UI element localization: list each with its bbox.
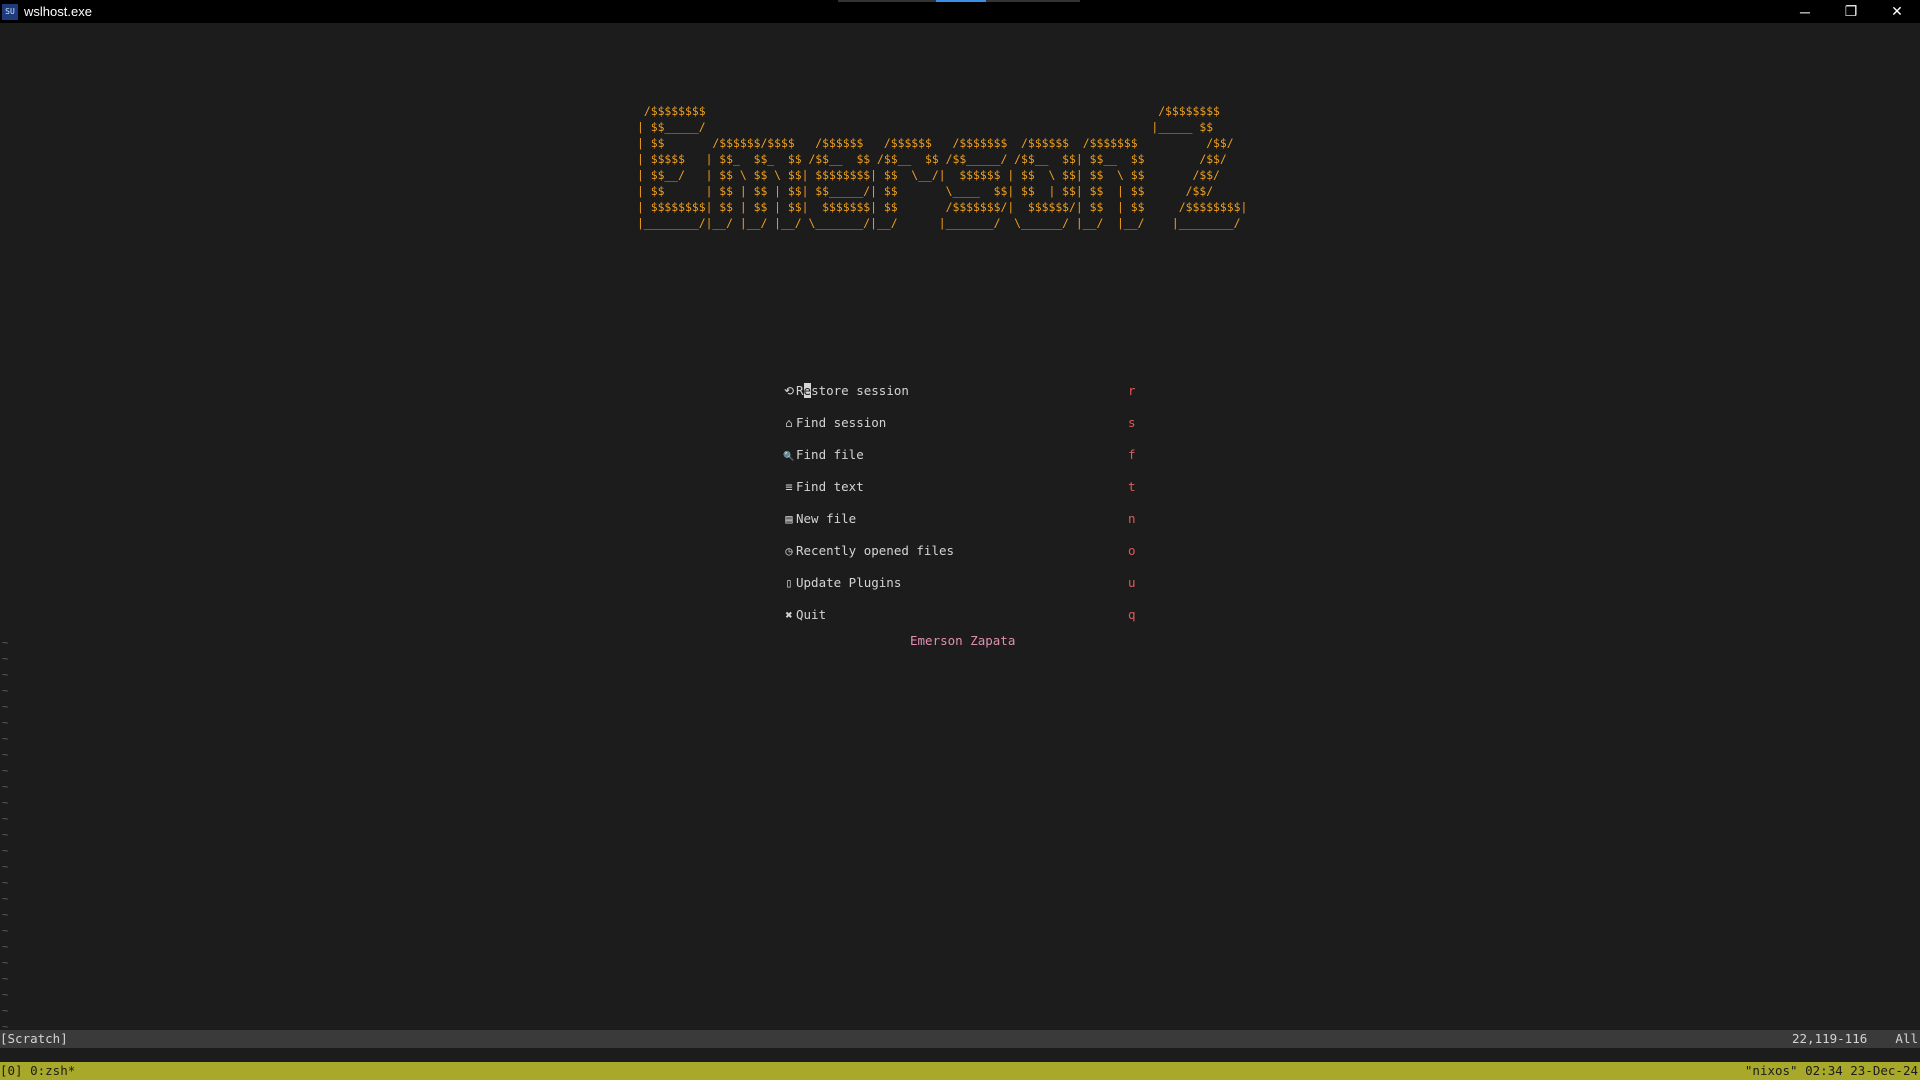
- file-search-icon: 🔍: [783, 452, 795, 462]
- cursor-position: 22,119-116: [1792, 1031, 1868, 1046]
- menu-item-label: Find session: [796, 415, 887, 430]
- restore-button[interactable]: ❐: [1828, 0, 1874, 23]
- shortcut-key: s: [1128, 415, 1136, 430]
- session-icon: ⌂: [785, 416, 793, 430]
- tmux-window-list[interactable]: [0] 0:zsh*: [0, 1062, 75, 1080]
- restore-icon: ⟲: [783, 384, 795, 398]
- close-icon: ✕: [1891, 3, 1903, 19]
- shortcut-key: u: [1128, 575, 1136, 590]
- menu-item-find-file[interactable]: 🔍Find file f: [782, 439, 1142, 471]
- dashboard-footer: Emerson Zapata: [910, 633, 1016, 648]
- menu-item-label: Update Plugins: [796, 575, 902, 590]
- menu-item-label: Find file: [796, 447, 864, 462]
- window-titlebar: SU wslhost.exe ─ ❐ ✕: [0, 0, 1920, 23]
- text-cursor: e: [803, 383, 812, 398]
- window-title: wslhost.exe: [24, 4, 92, 19]
- shortcut-key: r: [1128, 383, 1136, 398]
- minimize-icon: ─: [1800, 3, 1810, 20]
- menu-item-update-plugins[interactable]: ▯ Update Plugins u: [782, 567, 1142, 599]
- tab-indicator: [838, 0, 1080, 2]
- vim-statusline: [Scratch] 22,119-116 All: [0, 1030, 1920, 1048]
- plugin-icon: ▯: [785, 576, 793, 590]
- app-icon: SU: [2, 3, 18, 20]
- quit-icon: ✖: [785, 608, 793, 622]
- restore-window-icon: ❐: [1844, 3, 1858, 19]
- menu-item-label: Restore session: [796, 383, 909, 398]
- menu-item-quit[interactable]: ✖ Quit q: [782, 599, 1142, 631]
- minimize-button[interactable]: ─: [1782, 0, 1828, 23]
- dashboard-menu: ⟲ Restore session r ⌂ Find session s 🔍Find…: [782, 375, 1142, 631]
- menu-item-label: Find text: [796, 479, 864, 494]
- clock-icon: ◷: [785, 544, 793, 558]
- buffer-name: [Scratch]: [0, 1031, 68, 1046]
- tmux-host-clock: "nixos" 02:34 23-Dec-24: [1744, 1063, 1918, 1078]
- menu-item-label: Quit: [796, 607, 827, 622]
- shortcut-key: q: [1128, 607, 1136, 622]
- ascii-banner: /$$$$$$$$ /$$$$$$$$ | $$_____/ |_____ $$…: [637, 104, 1248, 230]
- shortcut-key: t: [1128, 479, 1136, 494]
- menu-item-label: Recently opened files: [796, 543, 955, 558]
- shortcut-key: o: [1128, 543, 1136, 558]
- tmux-status-bar: [0] 0:zsh* "nixos" 02:34 23-Dec-24: [0, 1062, 1920, 1080]
- menu-item-recent-files[interactable]: ◷ Recently opened files o: [782, 535, 1142, 567]
- menu-item-find-session[interactable]: ⌂ Find session s: [782, 407, 1142, 439]
- text-search-icon: ≡: [785, 480, 793, 494]
- shortcut-key: n: [1128, 511, 1136, 526]
- empty-line-markers: ~ ~ ~ ~ ~ ~ ~ ~ ~ ~ ~ ~ ~ ~ ~ ~ ~ ~ ~ ~ …: [2, 636, 9, 1033]
- menu-item-restore-session[interactable]: ⟲ Restore session r: [782, 375, 1142, 407]
- menu-item-find-text[interactable]: ≡ Find text t: [782, 471, 1142, 503]
- menu-item-label: New file: [796, 511, 857, 526]
- close-button[interactable]: ✕: [1874, 0, 1920, 23]
- scroll-indicator: All: [1895, 1031, 1918, 1046]
- menu-item-new-file[interactable]: ▤ New file n: [782, 503, 1142, 535]
- shortcut-key: f: [1128, 447, 1136, 462]
- terminal-area[interactable]: /$$$$$$$$ /$$$$$$$$ | $$_____/ |_____ $$…: [0, 23, 1920, 1035]
- new-file-icon: ▤: [785, 512, 793, 526]
